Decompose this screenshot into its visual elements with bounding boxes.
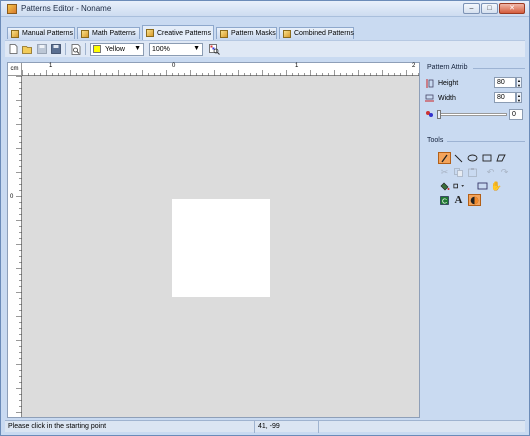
combined-patterns-icon <box>283 29 291 38</box>
pattern-masks-icon <box>220 29 228 38</box>
drawing-area[interactable] <box>22 76 419 417</box>
tab-label: Manual Patterns <box>22 30 73 37</box>
app-window: Patterns Editor - Noname – □ ✕ Manual Pa… <box>0 0 530 436</box>
zoom-select-value: 100% <box>152 45 170 53</box>
group-divider <box>473 68 525 69</box>
manual-patterns-icon <box>11 29 19 38</box>
tab-math-patterns[interactable]: Math Patterns <box>77 27 140 39</box>
status-bar: Please click in the starting point 41, -… <box>5 420 525 433</box>
width-input[interactable]: 80 <box>494 92 516 103</box>
height-label: Height <box>438 79 459 87</box>
color-swatch <box>93 45 101 53</box>
chevron-down-icon: ▼ <box>134 44 141 52</box>
pencil-tool-icon[interactable] <box>438 152 451 164</box>
pattern-attrib-heading: Pattern Attrib <box>427 64 468 71</box>
attrib-slider-thumb[interactable] <box>437 110 441 119</box>
gradient-fill-icon[interactable] <box>468 194 481 206</box>
minimize-button[interactable]: – <box>463 3 480 14</box>
ruler-label: 1 <box>295 63 299 69</box>
app-icon <box>7 4 17 14</box>
height-input[interactable]: 80 <box>494 77 516 88</box>
tab-combined-patterns[interactable]: Combined Patterns <box>279 27 354 39</box>
tab-pattern-masks[interactable]: Pattern Masks <box>216 27 277 39</box>
attrib-slider-value[interactable]: 0 <box>509 109 523 120</box>
copy-icon[interactable] <box>452 166 465 178</box>
toolbar: Yellow ▼ 100% ▼ <box>5 40 525 57</box>
tab-label: Math Patterns <box>92 30 136 37</box>
fill-bucket-icon[interactable] <box>438 180 451 192</box>
line-tool-icon[interactable] <box>452 152 465 164</box>
status-coordinates: 41, -99 <box>255 421 319 433</box>
zoom-select[interactable]: 100% ▼ <box>149 42 203 56</box>
tab-manual-patterns[interactable]: Manual Patterns <box>7 27 75 39</box>
window-title: Patterns Editor - Noname <box>21 4 112 13</box>
tab-bar: Manual Patterns Math Patterns Creative P… <box>5 25 525 40</box>
ruler-label: 0 <box>10 194 14 200</box>
color-select-value: Yellow <box>105 45 125 53</box>
redo-icon[interactable]: ↷ <box>498 166 511 178</box>
ellipse-tool-icon[interactable] <box>466 152 479 164</box>
width-icon <box>425 94 434 103</box>
tab-label: Combined Patterns <box>294 30 354 37</box>
new-file-icon[interactable] <box>8 44 19 55</box>
status-message: Please click in the starting point <box>5 421 255 433</box>
width-label: Width <box>438 94 456 102</box>
editor-workspace: cm 1 0 1 2 0 <box>7 62 420 418</box>
properties-panel: Pattern Attrib Height 80 ▲ ▼ Width 80 ▲ ▼ … <box>423 61 527 419</box>
title-bar: Patterns Editor - Noname – □ ✕ <box>1 1 529 17</box>
ruler-label: 2 <box>412 63 416 69</box>
ruler-label: 0 <box>172 63 176 69</box>
attrib-slider-track[interactable] <box>437 113 507 116</box>
height-stepper[interactable]: ▲ ▼ <box>516 77 522 88</box>
polygon-tool-icon[interactable] <box>494 152 507 164</box>
tab-creative-patterns[interactable]: Creative Patterns <box>142 25 214 40</box>
save-as-icon[interactable] <box>50 44 61 55</box>
select-rectangle-icon[interactable] <box>476 180 489 192</box>
height-icon <box>425 78 434 88</box>
creative-patterns-icon <box>146 29 154 37</box>
text-tool-icon[interactable]: A <box>452 194 465 206</box>
rotation-icon <box>425 109 434 120</box>
ruler-label: 1 <box>49 63 53 69</box>
close-button[interactable]: ✕ <box>499 3 525 14</box>
color-picker-icon[interactable]: C <box>438 194 451 206</box>
math-patterns-icon <box>81 29 89 38</box>
preview-pattern-icon[interactable] <box>209 43 220 55</box>
save-icon[interactable] <box>36 44 47 55</box>
tools-heading: Tools <box>427 137 444 144</box>
status-empty-cell <box>319 421 525 433</box>
chevron-down-icon: ▼ <box>193 44 200 52</box>
hand-pan-icon[interactable]: ✋ <box>490 180 503 192</box>
undo-icon[interactable]: ↶ <box>484 166 497 178</box>
ruler-unit: cm <box>8 63 22 76</box>
svg-text:C: C <box>442 198 447 205</box>
horizontal-ruler: 1 0 1 2 <box>22 63 419 76</box>
maximize-button[interactable]: □ <box>481 3 498 14</box>
tab-label: Creative Patterns <box>157 29 212 37</box>
tab-label: Pattern Masks <box>231 30 276 37</box>
width-stepper[interactable]: ▲ ▼ <box>516 92 522 103</box>
print-preview-icon[interactable] <box>70 43 81 55</box>
group-divider <box>447 141 525 142</box>
color-select[interactable]: Yellow ▼ <box>90 42 144 56</box>
toolbar-separator <box>85 43 86 55</box>
pattern-canvas[interactable] <box>172 199 270 297</box>
toolbar-separator <box>65 43 66 55</box>
paste-icon[interactable] <box>466 166 479 178</box>
pen-size-select[interactable] <box>452 180 465 192</box>
open-folder-icon[interactable] <box>22 44 33 55</box>
cut-icon[interactable]: ✂ <box>438 166 451 178</box>
rectangle-tool-icon[interactable] <box>480 152 493 164</box>
vertical-ruler: 0 <box>8 76 22 417</box>
